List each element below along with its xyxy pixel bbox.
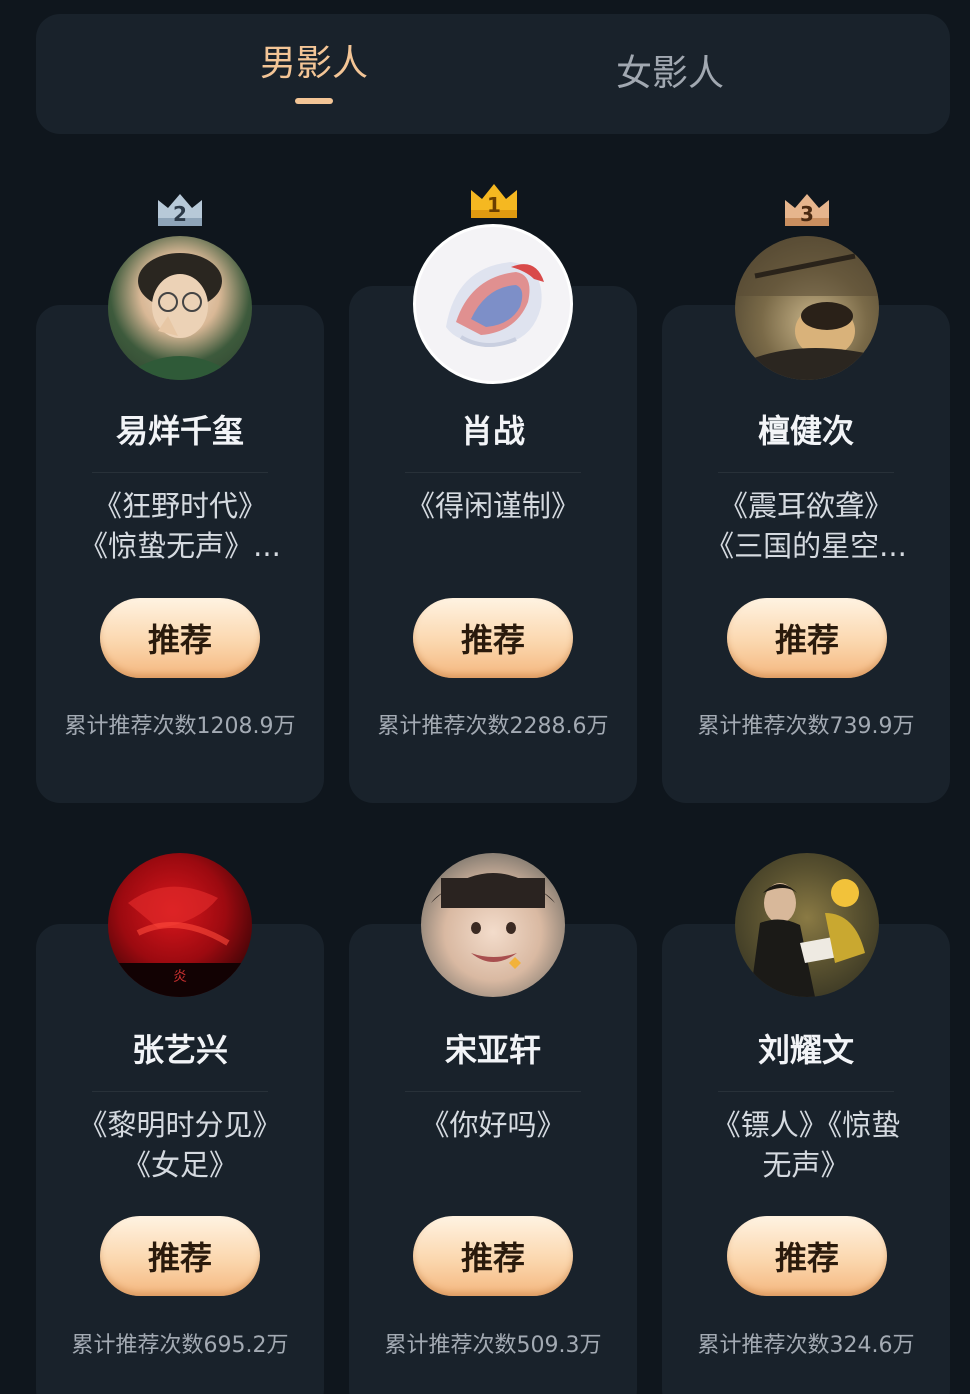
divider [405,472,581,473]
actor-name: 刘耀文 [757,1031,854,1069]
work-title: 《你好吗》 [420,1108,566,1142]
actor-name: 张艺兴 [131,1031,228,1069]
recommend-count: 累计推荐次数1208.9万 [64,714,296,739]
recommend-button[interactable]: 推荐 [727,1216,887,1296]
avatar[interactable] [108,236,252,380]
works-list: 《你好吗》 [368,1105,618,1185]
actor-name: 宋亚轩 [444,1031,541,1069]
recommend-button[interactable]: 推荐 [727,598,887,678]
tab-female-label: 女影人 [615,53,724,94]
svg-text:炎: 炎 [173,969,187,985]
work-title: 《惊蛰无声》... [79,529,281,563]
work-title: 《镖人》《惊蛰 [711,1108,901,1142]
tab-male-label: 男影人 [259,43,368,84]
work-title: 《得闲谨制》 [405,489,580,523]
recommend-button[interactable]: 推荐 [100,598,260,678]
work-title: 无声》 [762,1148,850,1182]
tab-male-actors[interactable]: 男影人 [164,14,464,134]
recommend-count: 累计推荐次数695.2万 [71,1333,289,1358]
actor-name: 易烊千玺 [115,412,244,450]
crown-gold-icon: 1 [471,184,517,218]
rank-number: 1 [487,193,501,217]
work-title: 《女足》 [121,1148,238,1182]
works-list: 《镖人》《惊蛰 无声》 [681,1105,931,1185]
actor-name: 檀健次 [757,412,854,450]
actor-name: 肖战 [460,412,525,450]
avatar[interactable] [735,853,879,997]
recommend-button[interactable]: 推荐 [413,598,573,678]
avatar[interactable] [735,236,879,380]
tab-active-indicator [295,98,333,104]
work-title: 《三国的星空... [705,529,907,563]
work-title: 《震耳欲聋》 [718,489,893,523]
tab-female-actors[interactable]: 女影人 [520,14,820,134]
divider [718,472,894,473]
divider [405,1091,581,1092]
work-title: 《狂野时代》 [92,489,267,523]
recommend-button[interactable]: 推荐 [100,1216,260,1296]
works-list: 《震耳欲聋》 《三国的星空... [681,486,931,566]
works-list: 《得闲谨制》 [368,486,618,566]
crown-silver-icon: 2 [158,194,202,226]
divider [92,1091,268,1092]
recommend-count: 累计推荐次数509.3万 [384,1333,602,1358]
avatar[interactable]: 炎 [108,853,252,997]
work-title: 《黎明时分见》 [78,1108,282,1142]
recommend-count: 累计推荐次数324.6万 [697,1333,915,1358]
recommend-button[interactable]: 推荐 [413,1216,573,1296]
divider [92,472,268,473]
recommend-count: 累计推荐次数2288.6万 [377,714,609,739]
rank-number: 3 [800,202,814,226]
crown-bronze-icon: 3 [785,194,829,226]
divider [718,1091,894,1092]
recommend-count: 累计推荐次数739.9万 [697,714,915,739]
avatar[interactable] [413,224,573,384]
works-list: 《黎明时分见》 《女足》 [55,1105,305,1185]
works-list: 《狂野时代》 《惊蛰无声》... [55,486,305,566]
avatar[interactable] [421,853,565,997]
rank-number: 2 [173,202,187,226]
category-tabbar: 男影人 女影人 [36,14,950,134]
